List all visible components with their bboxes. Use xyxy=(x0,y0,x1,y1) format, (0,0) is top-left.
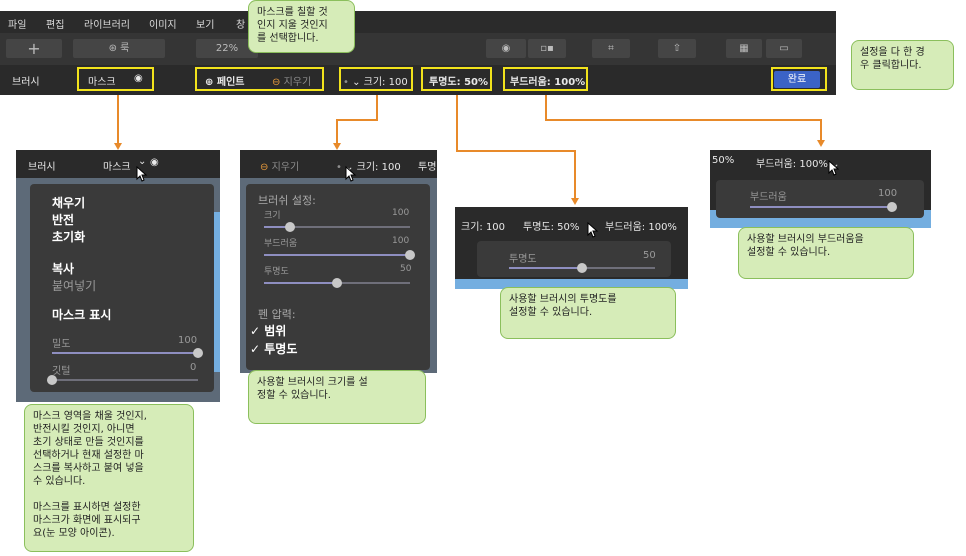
browse-label: 브러시 xyxy=(28,162,56,173)
softness-panel: 50% 부드러움: 100% ⌄ 부드러움 100 xyxy=(710,150,931,228)
opacity-popup-value: 50 xyxy=(643,250,656,261)
softness-slider[interactable] xyxy=(264,250,415,260)
menu-view[interactable]: 보기 xyxy=(196,16,214,31)
opacity-slider-value: 50 xyxy=(400,264,412,274)
feather-label: 깃털 xyxy=(52,366,71,377)
cursor-icon xyxy=(136,166,148,182)
size-slider-label: 크기 xyxy=(264,211,281,221)
softness-slider-label: 부드러움 xyxy=(264,239,298,249)
photo-sky xyxy=(214,212,220,372)
opacity-panel: 크기: 100 투명도: 50% 부드러움: 100% 투명도 50 xyxy=(455,207,688,289)
toolbar: + ⊛ 룩 22% ◉ ▫▪ ⌗ ⇧ ▦ ▭ xyxy=(0,33,836,65)
size-slider-value: 100 xyxy=(392,208,410,218)
circles-icon: ⊛ xyxy=(108,43,121,54)
highlight-softness xyxy=(503,67,588,91)
opacity-slider[interactable] xyxy=(264,278,410,288)
feather-value: 0 xyxy=(190,362,197,373)
cursor-icon xyxy=(828,160,840,176)
crop-icon[interactable]: ⌗ xyxy=(592,39,630,58)
check-icon: ✓ xyxy=(250,324,265,338)
mask-menu[interactable]: 마스크 xyxy=(103,158,131,173)
callout-size: 사용할 브러시의 크기를 설 정할 수 있습니다. xyxy=(248,370,426,424)
softness-popup-value: 100 xyxy=(878,188,898,199)
opacity-dropdown[interactable]: 투명 xyxy=(418,158,436,173)
browse-label: 브러시 xyxy=(12,77,40,88)
cursor-icon xyxy=(345,166,357,182)
callout-done: 설정을 다 한 경 우 클릭합니다. xyxy=(851,40,954,90)
reset-item[interactable]: 초기화 xyxy=(52,228,85,245)
opacity-label[interactable]: 50% xyxy=(712,155,734,166)
callout-opacity: 사용할 브러시의 투명도를 설정할 수 있습니다. xyxy=(500,287,676,339)
opacity-popup-slider[interactable] xyxy=(509,263,655,273)
density-value: 100 xyxy=(178,335,198,346)
menu-bar: 파일 편집 라이브러리 이미지 보기 창 xyxy=(0,11,836,33)
softness-popup-slider[interactable] xyxy=(750,202,897,212)
opacity-dropdown[interactable]: 투명도: 50% xyxy=(523,218,579,233)
add-button[interactable]: + xyxy=(6,39,62,58)
brush-panel: ⊖ 지우기 • ⌄ 크기: 100 투명 브러쉬 설정: 크기 100 부드러움… xyxy=(240,150,437,373)
size-label: 크기: 100 xyxy=(356,162,401,173)
callout-paint-erase: 마스크를 칠할 것 인지 지울 것인지 를 선택합니다. xyxy=(248,0,355,53)
erase-button[interactable]: ⊖ 지우기 xyxy=(260,158,299,173)
highlight-opacity xyxy=(421,67,492,91)
highlight-mask xyxy=(77,67,154,91)
softness-popup: 부드러움 100 xyxy=(716,180,924,218)
density-label: 밀도 xyxy=(52,339,71,350)
paste-item[interactable]: 붙여넣기 xyxy=(52,277,96,294)
softness-dropdown[interactable]: 부드러움: 100% ⌄ xyxy=(756,155,840,170)
cursor-icon xyxy=(587,222,599,238)
menu-edit[interactable]: 편집 xyxy=(46,16,64,31)
softness-dropdown[interactable]: 부드러움: 100% xyxy=(605,218,677,233)
copy-item[interactable]: 복사 xyxy=(52,260,74,277)
opacity-item[interactable]: ✓ 투명도 xyxy=(250,340,297,357)
opacity-popup-label: 투명도 xyxy=(509,254,537,265)
highlight-paint-erase xyxy=(195,67,324,91)
highlight-size xyxy=(339,67,413,91)
range-item[interactable]: ✓ 범위 xyxy=(250,322,286,339)
mask-panel: 브러시 마스크 ⌄ ◉ 채우기 반전 초기화 복사 붙여넣기 마스크 표시 밀도… xyxy=(16,150,220,402)
size-slider[interactable] xyxy=(264,222,410,232)
opacity-slider-label: 투명도 xyxy=(264,267,289,277)
eye-icon[interactable]: ◉ xyxy=(150,157,159,168)
menu-file[interactable]: 파일 xyxy=(8,16,26,31)
brush-popup: 브러쉬 설정: 크기 100 부드러움 100 투명도 50 펜 압력: ✓ 범… xyxy=(246,184,430,370)
softness-popup-label: 부드러움 xyxy=(750,192,787,203)
show-mask-item[interactable]: 마스크 표시 xyxy=(52,306,111,323)
compare-icon[interactable]: ▫▪ xyxy=(528,39,566,58)
eye-icon[interactable]: ◉ xyxy=(486,39,526,58)
softness-slider-value: 100 xyxy=(392,236,410,246)
look-button[interactable]: ⊛ 룩 xyxy=(73,39,165,58)
menu-window[interactable]: 창 xyxy=(236,16,245,31)
density-slider[interactable] xyxy=(52,348,203,358)
check-icon: ✓ xyxy=(250,342,265,356)
callout-softness: 사용할 브러시의 부드러움을 설정할 수 있습니다. xyxy=(738,227,914,279)
share-icon[interactable]: ⇧ xyxy=(658,39,696,58)
mask-popup: 채우기 반전 초기화 복사 붙여넣기 마스크 표시 밀도 100 깃털 0 xyxy=(30,184,214,392)
size-label[interactable]: 크기: 100 xyxy=(461,218,505,233)
opacity-popup: 투명도 50 xyxy=(477,241,671,277)
callout-mask: 마스크 영역을 채울 것인지, 반전시킬 것인지, 아니면 초기 상태로 만들 … xyxy=(24,404,194,552)
brush-settings-title: 브러쉬 설정: xyxy=(258,194,316,207)
mask-panel-header: 브러시 마스크 ⌄ ◉ xyxy=(16,150,220,178)
menu-library[interactable]: 라이브러리 xyxy=(84,16,130,31)
grid-icon[interactable]: ▦ xyxy=(726,39,762,58)
highlight-done xyxy=(771,67,827,91)
pen-pressure-title: 펜 압력: xyxy=(258,308,296,321)
invert-item[interactable]: 반전 xyxy=(52,211,74,228)
feather-slider[interactable] xyxy=(47,375,198,385)
look-label: 룩 xyxy=(120,43,130,54)
erase-label: 지우기 xyxy=(271,162,300,173)
window-icon[interactable]: ▭ xyxy=(766,39,802,58)
menu-image[interactable]: 이미지 xyxy=(149,16,177,31)
fill-item[interactable]: 채우기 xyxy=(52,194,85,211)
